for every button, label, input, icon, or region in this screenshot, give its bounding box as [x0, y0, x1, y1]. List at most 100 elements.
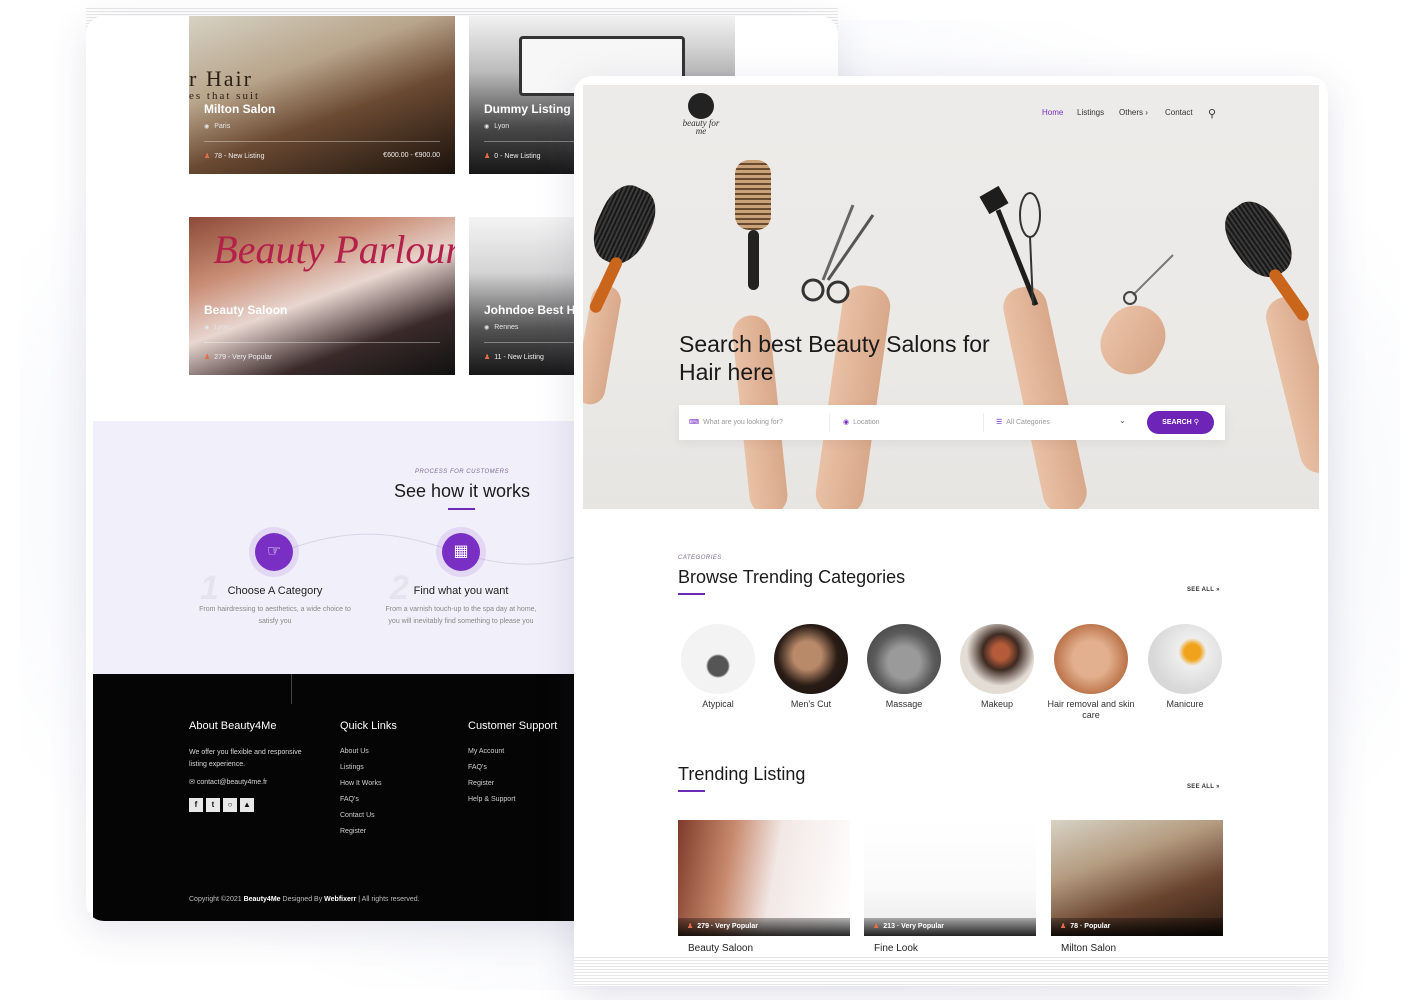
category-mens-cut[interactable] — [774, 624, 848, 694]
step-desc: satisfy you — [258, 618, 292, 625]
listing-meta: ♟ 0 - New Listing — [484, 153, 541, 160]
listing-name[interactable]: Beauty Saloon — [688, 943, 753, 954]
filter-icon: ☰ — [996, 419, 1003, 426]
listing-meta: ♟ 213 · Very Popular — [864, 918, 1036, 936]
person-icon: ♟ — [484, 153, 491, 160]
nav-others[interactable]: Others › — [1119, 108, 1148, 117]
section-eyebrow: CATEGORIES — [678, 555, 722, 561]
footer-email[interactable]: ✉ contact@beauty4me.fr — [189, 778, 267, 786]
footer-link-help[interactable]: Help & Support — [468, 796, 515, 803]
listing-card[interactable]: Beauty Parlour Beauty Saloon Lyon ♟279 -… — [189, 217, 455, 375]
step-desc: From hairdressing to aesthetics, a wide … — [199, 606, 351, 613]
category-label[interactable]: Men's Cut — [766, 699, 856, 710]
footer-link-how[interactable]: How It Works — [340, 780, 382, 787]
step-title: Choose A Category — [227, 585, 323, 597]
see-all-listings-link[interactable]: SEE ALL » — [1187, 784, 1220, 790]
logo-mark — [688, 93, 714, 119]
nav-home[interactable]: Home — [1042, 108, 1063, 117]
step-desc: you will inevitably find something to pl… — [388, 618, 534, 625]
nav-listings[interactable]: Listings — [1077, 108, 1104, 117]
title-underline — [678, 790, 705, 792]
footer-link-faq[interactable]: FAQ's — [340, 796, 359, 803]
footer-link-register[interactable]: Register — [340, 828, 366, 835]
search-icon[interactable]: ⚲ — [1208, 107, 1216, 120]
category-label[interactable]: Manicure — [1140, 699, 1230, 710]
hand-pointer-icon: ☞ — [255, 533, 293, 571]
instagram-icon[interactable]: ○ — [223, 798, 237, 812]
person-icon: ♟ — [687, 923, 694, 930]
category-hair-removal[interactable] — [1054, 624, 1128, 694]
category-makeup[interactable] — [960, 624, 1034, 694]
category-massage[interactable] — [867, 624, 941, 694]
keyword-input[interactable]: ⌨ What are you looking for? — [689, 418, 783, 426]
step-desc: From a varnish touch-up to the spa day a… — [385, 606, 537, 613]
scissors-image — [801, 204, 875, 304]
paddle-brush-image — [583, 177, 665, 273]
category-label[interactable]: Makeup — [952, 699, 1042, 710]
hand-image — [1261, 292, 1319, 478]
footer-link-register2[interactable]: Register — [468, 780, 494, 787]
chevron-down-icon[interactable]: ⌄ — [1119, 416, 1126, 425]
category-label[interactable]: Hair removal and skin care — [1046, 699, 1136, 721]
listing-location: Lyon — [204, 324, 229, 331]
step-title: Find what you want — [413, 585, 509, 597]
nav-contact[interactable]: Contact — [1165, 108, 1193, 117]
listing-title[interactable]: Dummy Listing — [484, 102, 571, 116]
card-divider — [204, 141, 440, 142]
listing-title[interactable]: Beauty Saloon — [204, 303, 287, 317]
round-brush-image — [735, 160, 771, 230]
field-divider — [829, 413, 830, 432]
keyboard-icon: ⌨ — [689, 419, 700, 426]
map-search-icon: ▦ — [442, 533, 480, 571]
footer-about-text: We offer you flexible and responsive lis… — [189, 749, 302, 768]
card-bg-subtext: es that suit — [189, 90, 261, 102]
twitter-icon[interactable]: t — [206, 798, 220, 812]
search-bar: ⌨ What are you looking for? ◉ Location ☰ Al… — [679, 405, 1225, 440]
listing-name[interactable]: Fine Look — [874, 943, 918, 954]
title-underline — [448, 508, 475, 510]
mail-icon: ✉ — [189, 779, 195, 786]
location-icon: ◉ — [843, 419, 850, 426]
search-button[interactable]: SEARCH ⚲ — [1147, 411, 1214, 434]
footer-link-about[interactable]: About Us — [340, 748, 369, 755]
category-select[interactable]: ☰ All Categories — [996, 418, 1050, 426]
snapchat-icon[interactable]: ▲ — [240, 798, 254, 812]
listing-meta: ♟ 279 · Very Popular — [678, 918, 850, 936]
search-icon: ⚲ — [1193, 419, 1199, 426]
listing-name[interactable]: Milton Salon — [1061, 943, 1116, 954]
footer-divider — [291, 674, 292, 704]
footer-link-faq2[interactable]: FAQ's — [468, 764, 487, 771]
listing-meta: ♟ 78 · Popular — [1051, 918, 1223, 936]
footer-support-title: Customer Support — [468, 720, 558, 732]
listing-card[interactable]: r Hair es that suit Milton Salon Paris ♟… — [189, 16, 455, 174]
category-manicure[interactable] — [1148, 624, 1222, 694]
logo-text: beauty for me — [682, 118, 720, 136]
hand-image — [813, 282, 893, 509]
listing-meta: ♟ 279 - Very Popular — [204, 354, 273, 361]
person-icon: ♟ — [484, 354, 491, 361]
section-title: Browse Trending Categories — [678, 567, 906, 587]
footer-quick-title: Quick Links — [340, 720, 397, 732]
category-label[interactable]: Atypical — [673, 699, 763, 710]
location-input[interactable]: ◉ Location — [843, 418, 880, 426]
site-logo[interactable]: beauty for me — [679, 93, 723, 136]
paddle-brush-image — [1214, 192, 1304, 288]
footer-link-account[interactable]: My Account — [468, 748, 504, 755]
thinning-scissors-image — [1123, 254, 1174, 305]
footer-link-contact[interactable]: Contact Us — [340, 812, 375, 819]
listing-price: €600.00 - €900.00 — [383, 152, 440, 159]
social-links: f t ○ ▲ — [189, 798, 254, 812]
person-icon: ♟ — [873, 923, 880, 930]
category-atypical[interactable] — [681, 624, 755, 694]
footer-about-title: About Beauty4Me — [189, 720, 277, 732]
see-all-categories-link[interactable]: SEE ALL » — [1187, 587, 1220, 593]
listing-title[interactable]: Milton Salon — [204, 102, 275, 116]
listing-location: Paris — [204, 123, 230, 130]
card-divider — [204, 342, 440, 343]
brush-handle-image — [748, 230, 759, 290]
facebook-icon[interactable]: f — [189, 798, 203, 812]
tint-brush-image — [979, 185, 1041, 306]
category-label[interactable]: Massage — [859, 699, 949, 710]
footer-link-listings[interactable]: Listings — [340, 764, 364, 771]
front-page-panel: beauty for me Home Listings Others › Con… — [574, 76, 1328, 986]
